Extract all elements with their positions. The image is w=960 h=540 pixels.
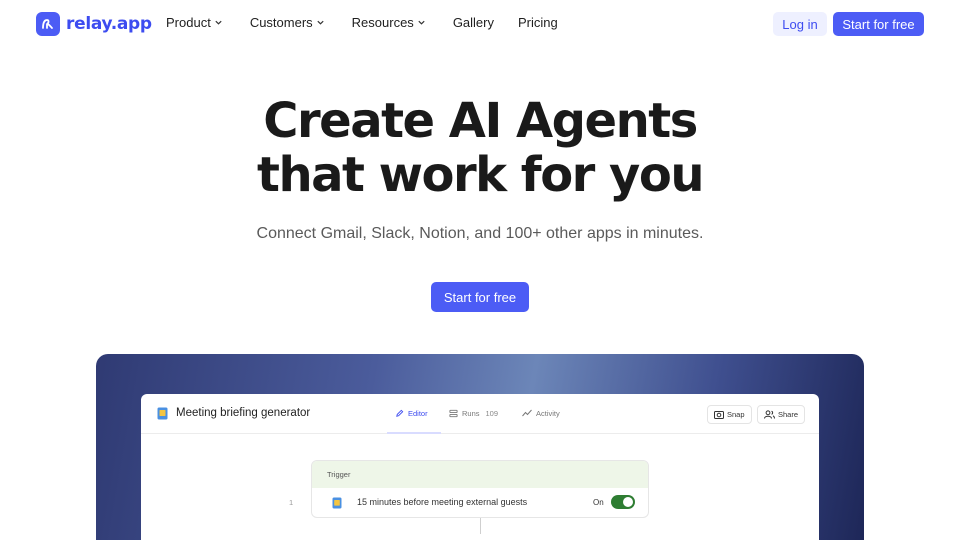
activity-icon bbox=[522, 409, 532, 417]
trigger-header: Trigger bbox=[312, 461, 648, 488]
hero-title-line-2: that work for you bbox=[257, 147, 704, 203]
users-icon bbox=[764, 410, 775, 419]
active-tab-indicator bbox=[387, 432, 441, 434]
nav-item-label: Customers bbox=[249, 15, 313, 30]
list-icon bbox=[449, 409, 458, 418]
workflow-doc-icon bbox=[157, 407, 168, 420]
product-preview: Meeting briefing generator Editor Runs 1… bbox=[96, 354, 864, 540]
tab-activity[interactable]: Activity bbox=[522, 409, 560, 418]
snap-label: Snap bbox=[727, 410, 745, 419]
toggle-label: On bbox=[593, 498, 604, 507]
nav-item-label: Pricing bbox=[518, 15, 558, 30]
hero-subtitle: Connect Gmail, Slack, Notion, and 100+ o… bbox=[256, 225, 704, 242]
tab-label: Activity bbox=[536, 409, 560, 418]
chevron-down-icon bbox=[418, 20, 425, 25]
hero-title: Create AI Agents that work for you bbox=[0, 94, 960, 202]
nav-item-pricing[interactable]: Pricing bbox=[518, 15, 558, 30]
relay-logo-icon bbox=[36, 12, 60, 36]
brand-name: relay.app bbox=[66, 14, 152, 34]
snap-button[interactable]: Snap bbox=[707, 405, 752, 424]
nav-item-product[interactable]: Product bbox=[166, 15, 223, 30]
nav-item-customers[interactable]: Customers bbox=[250, 15, 325, 30]
camera-icon bbox=[714, 411, 724, 419]
chevron-down-icon bbox=[317, 20, 324, 25]
share-button[interactable]: Share bbox=[757, 405, 806, 424]
app-window: Meeting briefing generator Editor Runs 1… bbox=[141, 394, 819, 540]
top-navigation: relay.app Product Customers Resources Ga… bbox=[0, 0, 960, 48]
chevron-down-icon bbox=[215, 20, 222, 25]
tab-editor[interactable]: Editor bbox=[395, 409, 428, 418]
nav-links: Product Customers Resources Gallery Pric… bbox=[166, 15, 558, 30]
brand-logo[interactable]: relay.app bbox=[36, 12, 152, 36]
nav-item-label: Gallery bbox=[452, 15, 494, 30]
nav-item-label: Product bbox=[166, 15, 211, 30]
nav-item-gallery[interactable]: Gallery bbox=[453, 15, 494, 30]
pencil-icon bbox=[396, 409, 404, 417]
app-header: Meeting briefing generator Editor Runs 1… bbox=[141, 394, 819, 434]
share-label: Share bbox=[778, 410, 799, 419]
tab-label: Editor bbox=[408, 409, 428, 418]
trigger-toggle[interactable] bbox=[611, 495, 635, 509]
trigger-description: 15 minutes before meeting external guest… bbox=[357, 497, 528, 507]
toggle-knob bbox=[623, 497, 633, 507]
trigger-row: 15 minutes before meeting external guest… bbox=[312, 488, 648, 517]
step-connector-line bbox=[480, 518, 481, 534]
calendar-icon bbox=[332, 497, 342, 509]
workflow-title: Meeting briefing generator bbox=[176, 407, 311, 419]
nav-item-resources[interactable]: Resources bbox=[352, 15, 426, 30]
start-for-free-button[interactable]: Start for free bbox=[833, 12, 924, 36]
login-button[interactable]: Log in bbox=[773, 12, 827, 36]
trigger-card[interactable]: Trigger 15 minutes before meeting extern… bbox=[311, 460, 649, 518]
tab-runs[interactable]: Runs 109 bbox=[449, 409, 498, 418]
step-number: 1 bbox=[289, 498, 294, 507]
tab-label: Runs bbox=[462, 409, 480, 418]
nav-item-label: Resources bbox=[351, 15, 414, 30]
hero-cta-button[interactable]: Start for free bbox=[431, 282, 529, 312]
runs-count-badge: 109 bbox=[485, 409, 499, 418]
hero-title-line-1: Create AI Agents bbox=[263, 93, 698, 149]
